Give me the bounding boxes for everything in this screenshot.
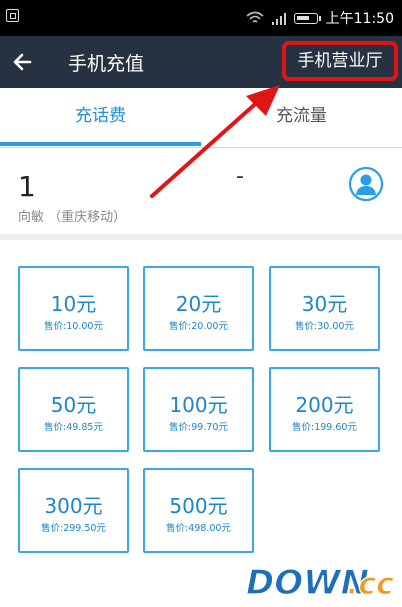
phone-owner-info: 向敏 （重庆移动）: [18, 210, 127, 225]
status-icons: 上午11:50: [246, 8, 394, 28]
screenshot-icon: [6, 9, 19, 22]
page-title: 手机充值: [68, 53, 145, 75]
recharge-amount: 100元: [169, 393, 228, 417]
status-time: 上午11:50: [325, 11, 394, 27]
phone-number-separator: -: [236, 164, 244, 189]
tab-bar: 充话费 充流量: [0, 88, 402, 148]
recharge-option-300[interactable]: 300元 售价:299.50元: [18, 468, 129, 553]
recharge-price: 售价:498.00元: [166, 523, 231, 534]
mobile-business-hall-link[interactable]: 手机营业厅: [282, 41, 398, 81]
recharge-amount: 300元: [44, 494, 103, 518]
recharge-price: 售价:30.00元: [295, 321, 354, 332]
recharge-amount: 500元: [169, 494, 228, 518]
recharge-price: 售价:99.70元: [169, 422, 228, 433]
recharge-option-200[interactable]: 200元 售价:199.60元: [269, 367, 380, 452]
site-watermark-logo: DOWN .cc: [245, 562, 394, 603]
recharge-price: 售价:299.50元: [41, 523, 106, 534]
recharge-option-30[interactable]: 30元 售价:30.00元: [269, 266, 380, 351]
recharge-option-20[interactable]: 20元 售价:20.00元: [143, 266, 254, 351]
recharge-amount: 20元: [175, 292, 222, 316]
recharge-price: 售价:10.00元: [44, 321, 103, 332]
recharge-option-50[interactable]: 50元 售价:49.85元: [18, 367, 129, 452]
recharge-amount: 50元: [50, 393, 97, 417]
recharge-price: 售价:199.60元: [292, 422, 357, 433]
recharge-amount: 10元: [50, 292, 97, 316]
phone-number-input[interactable]: 1: [18, 170, 36, 203]
recharge-price: 售价:20.00元: [169, 321, 228, 332]
signal-icon: [271, 11, 286, 25]
tab-recharge-data[interactable]: 充流量: [201, 88, 402, 144]
status-bar: 上午11:50: [0, 0, 402, 36]
recharge-price: 售价:49.85元: [44, 422, 103, 433]
recharge-amount: 200元: [295, 393, 354, 417]
battery-icon: [293, 12, 321, 24]
phone-number-section: 1 - 向敏 （重庆移动）: [0, 148, 402, 240]
app-header: 手机充值 手机营业厅: [0, 36, 402, 88]
back-arrow-icon[interactable]: [10, 48, 38, 76]
recharge-option-500[interactable]: 500元 售价:498.00元: [143, 468, 254, 553]
active-tab-indicator: [0, 142, 201, 146]
recharge-amount: 30元: [301, 292, 348, 316]
section-divider: [0, 234, 402, 240]
recharge-option-10[interactable]: 10元 售价:10.00元: [18, 266, 129, 351]
wifi-icon: [246, 11, 264, 23]
svg-text:.cc: .cc: [347, 567, 394, 602]
recharge-option-100[interactable]: 100元 售价:99.70元: [143, 367, 254, 452]
contact-icon[interactable]: [348, 166, 384, 202]
tab-recharge-call-fee[interactable]: 充话费: [0, 88, 201, 144]
